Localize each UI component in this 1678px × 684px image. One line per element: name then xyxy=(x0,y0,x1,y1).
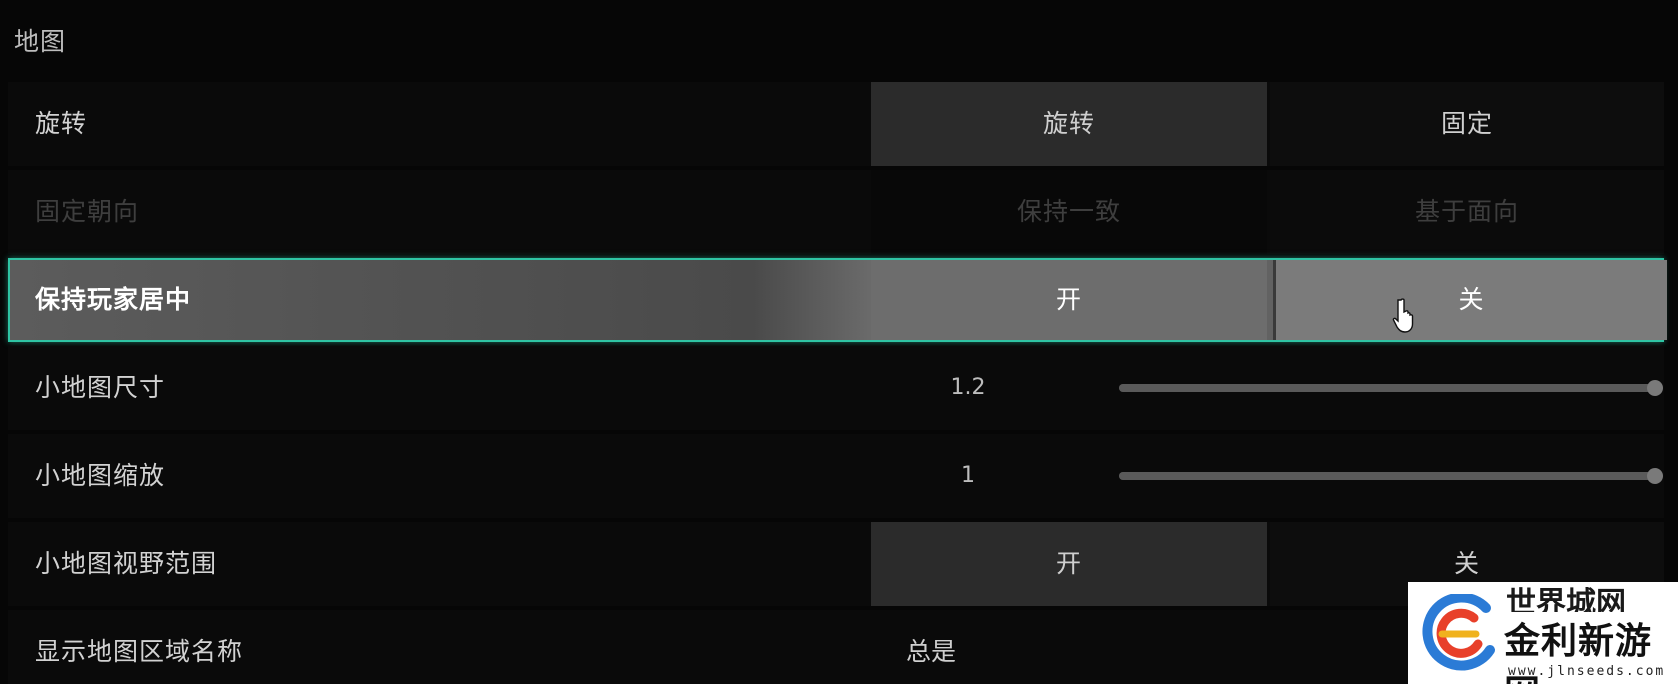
mouse-cursor-hand-icon xyxy=(1392,298,1414,333)
setting-label-minimap-size: 小地图尺寸 xyxy=(35,373,166,402)
setting-label-keep-player-centered: 保持玩家居中 xyxy=(35,285,192,314)
minimap-zoom-value: 1 xyxy=(961,463,975,488)
minimap-size-value: 1.2 xyxy=(950,375,986,400)
fixed-direction-option-consistent: 保持一致 xyxy=(871,170,1267,254)
setting-label-show-area-names: 显示地图区域名称 xyxy=(35,637,244,666)
show-area-names-value[interactable]: 总是 xyxy=(906,610,956,684)
setting-label-rotate: 旋转 xyxy=(35,109,88,138)
watermark-top-text: 世界城网 xyxy=(1506,586,1626,612)
minimap-zoom-slider-fill xyxy=(1119,472,1655,480)
rotate-option-fixed[interactable]: 固定 xyxy=(1270,82,1664,166)
setting-row-minimap-zoom: 小地图缩放 1 xyxy=(8,434,1664,518)
minimap-zoom-slider-thumb[interactable] xyxy=(1647,468,1663,484)
section-title-map: 地图 xyxy=(14,27,67,56)
setting-label-minimap-view-range: 小地图视野范围 xyxy=(35,549,218,578)
setting-row-rotate: 旋转 旋转 固定 xyxy=(8,82,1664,166)
fixed-direction-option-facing: 基于面向 xyxy=(1270,170,1664,254)
settings-page: 地图 旋转 旋转 固定 固定朝向 保持一致 基于面向 保持玩家居中 开 关 小地… xyxy=(0,0,1678,684)
watermark-logo-icon xyxy=(1422,594,1495,671)
setting-row-fixed-direction: 固定朝向 保持一致 基于面向 xyxy=(8,170,1664,254)
watermark: 世界城网 金利新游网 www.jlnseeds.com xyxy=(1408,582,1678,684)
minimap-size-slider-thumb[interactable] xyxy=(1647,380,1663,396)
keep-centered-option-on[interactable]: 开 xyxy=(871,260,1267,340)
minimap-size-slider-fill xyxy=(1119,384,1655,392)
watermark-url: www.jlnseeds.com xyxy=(1508,664,1666,679)
minimap-view-range-option-on[interactable]: 开 xyxy=(871,522,1267,606)
setting-label-minimap-zoom: 小地图缩放 xyxy=(35,461,166,490)
rotate-option-rotate[interactable]: 旋转 xyxy=(871,82,1267,166)
setting-label-fixed-direction: 固定朝向 xyxy=(35,197,140,226)
minimap-zoom-slider[interactable] xyxy=(1119,468,1663,484)
minimap-size-slider[interactable] xyxy=(1119,380,1663,396)
keep-centered-option-off[interactable]: 关 xyxy=(1273,260,1667,340)
setting-row-minimap-size: 小地图尺寸 1.2 xyxy=(8,346,1664,430)
